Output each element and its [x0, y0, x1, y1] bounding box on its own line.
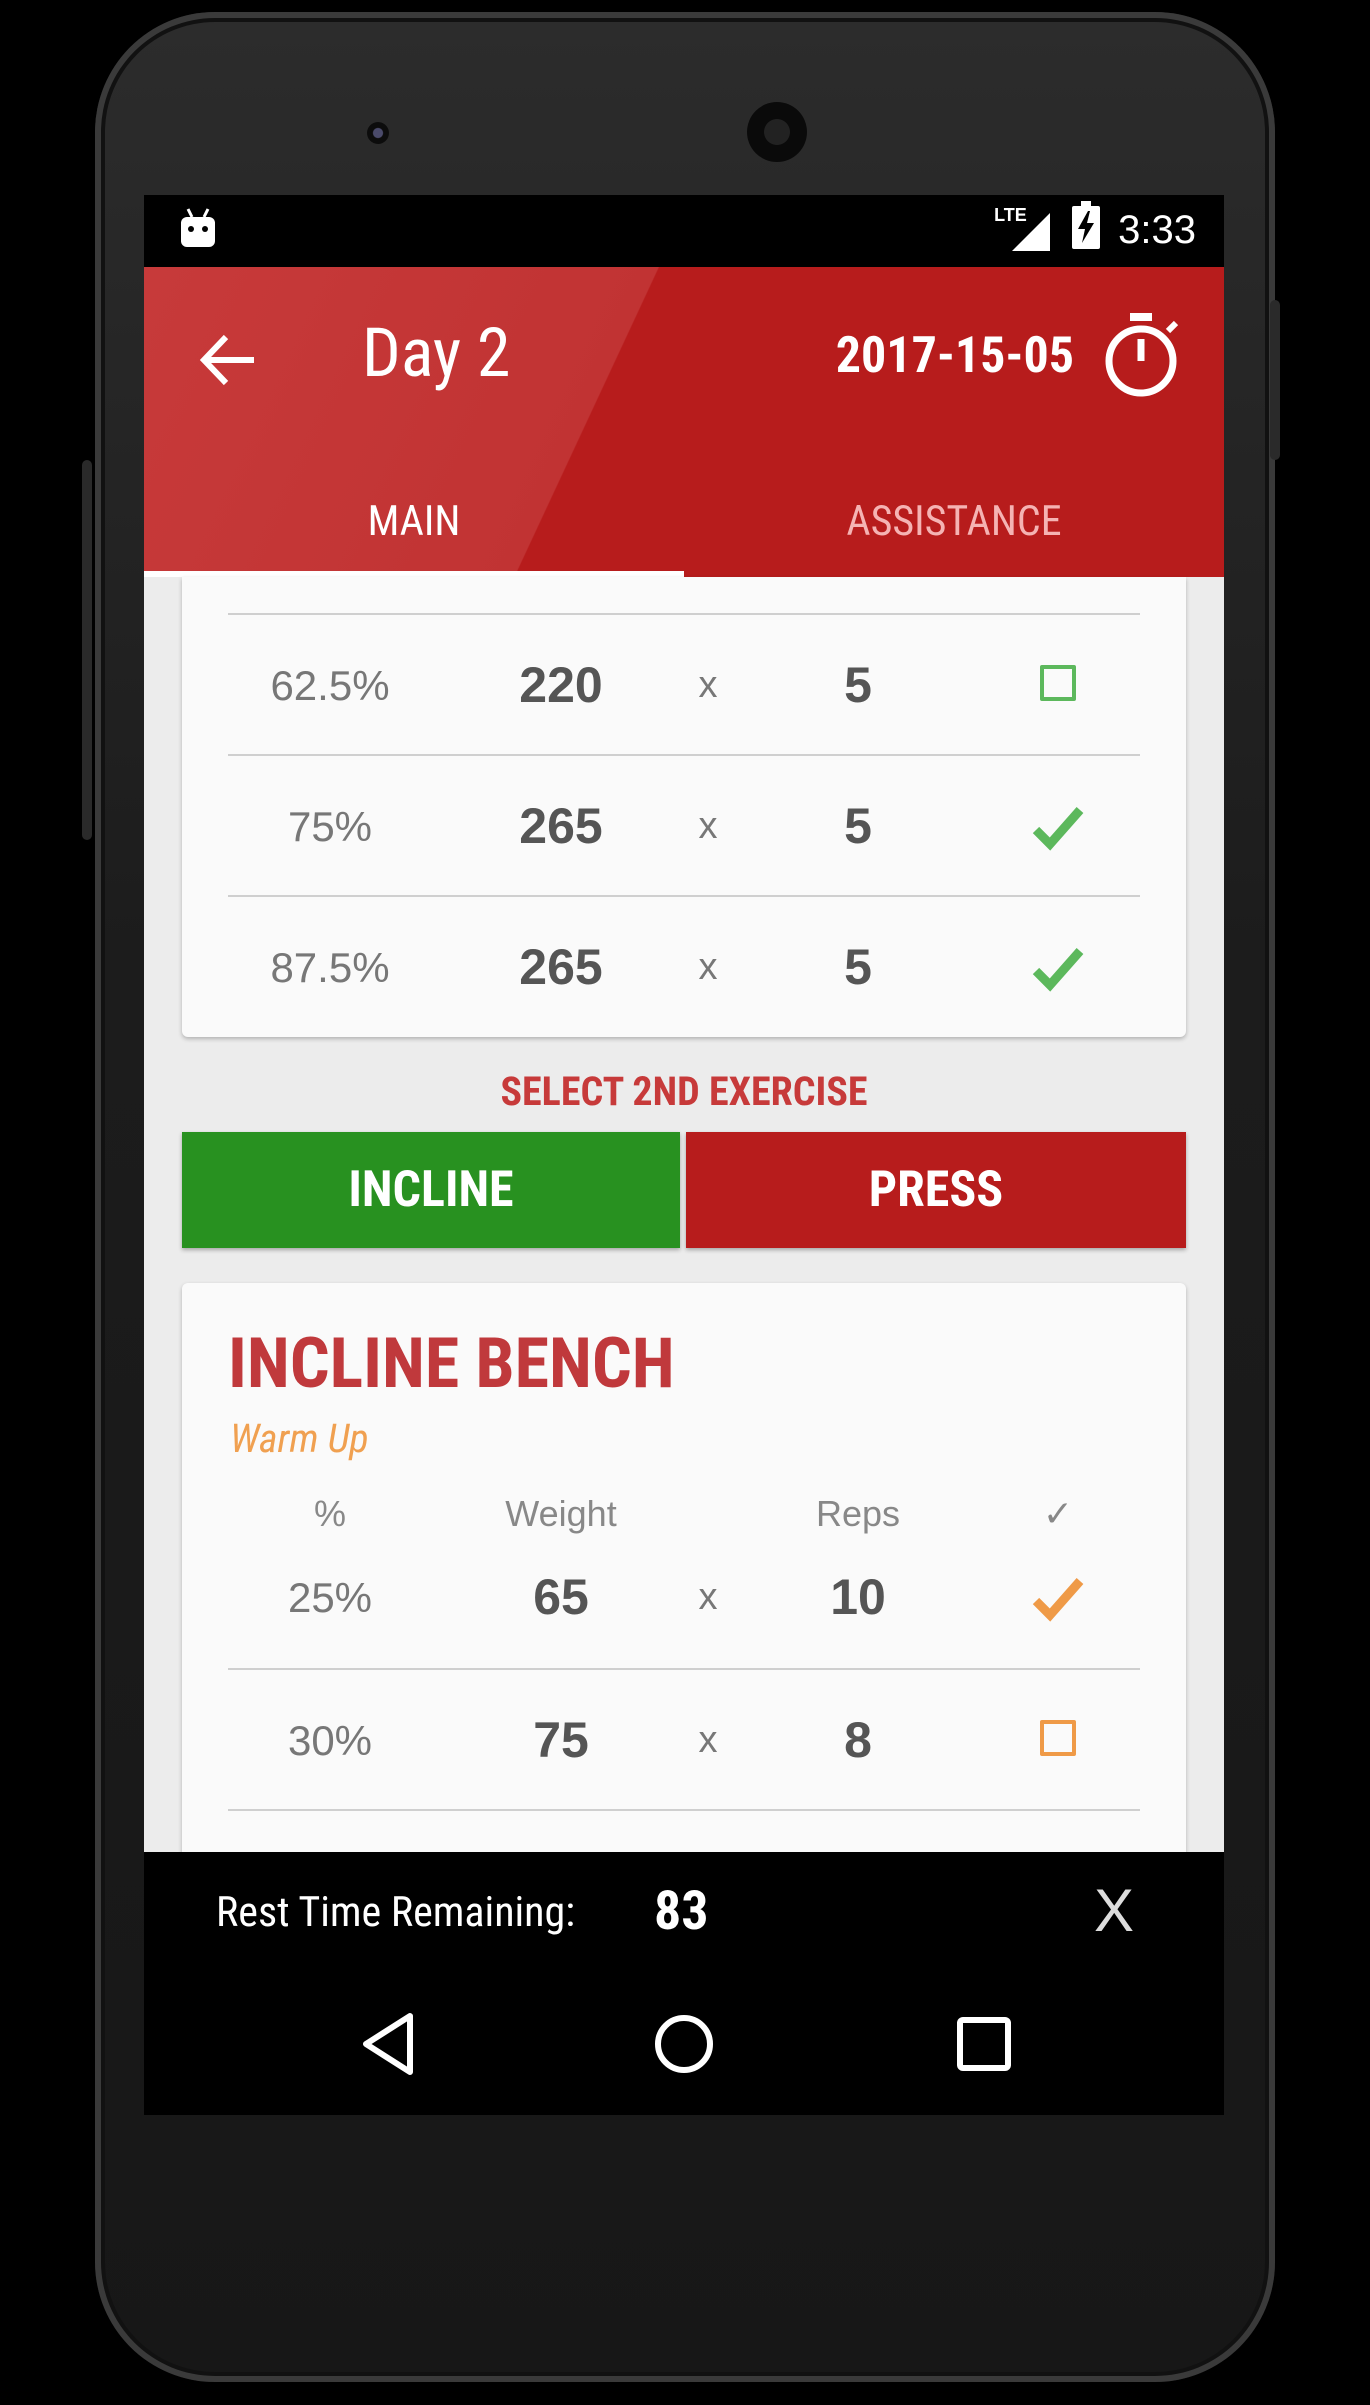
checkmark-icon	[1032, 948, 1084, 992]
table-row: 25% 65 x 10	[228, 1527, 1140, 1668]
workout-date[interactable]: 2017-15-05	[836, 327, 1074, 385]
app-screen: LTE 3:33 Day 2 2017-15-05 MAIN ASSISTANC…	[144, 195, 1224, 2115]
android-debug-icon	[178, 207, 218, 255]
set-reps: 5	[844, 657, 872, 713]
rest-label: Rest Time Remaining:	[216, 1888, 576, 1937]
back-arrow-icon[interactable]	[194, 325, 264, 395]
battery-charging-icon	[1072, 201, 1101, 259]
set-reps: 5	[844, 798, 872, 854]
set-checkbox[interactable]	[1008, 1527, 1108, 1668]
press-button[interactable]: PRESS	[686, 1132, 1186, 1248]
nav-recents-icon[interactable]	[948, 2008, 1020, 2080]
row-divider	[228, 1809, 1140, 1812]
set-weight: 75	[533, 1712, 589, 1768]
set-weight: 265	[519, 939, 603, 995]
select-exercise-label: SELECT 2ND EXERCISE	[500, 1068, 868, 1115]
set-weight: 65	[533, 1569, 589, 1625]
main-sets-card: 62.5% 220 x 5 75% 265 x 5 87.5% 265 x 5	[182, 577, 1186, 1037]
table-row: 87.5% 265 x 5	[228, 895, 1140, 1038]
stopwatch-icon[interactable]	[1096, 311, 1186, 401]
tab-main[interactable]: MAIN	[144, 467, 684, 577]
set-weight: 265	[519, 798, 603, 854]
set-percent: 75%	[287, 803, 373, 850]
table-row: 62.5% 220 x 5	[228, 613, 1140, 756]
set-checkbox[interactable]	[1008, 756, 1108, 897]
set-times: x	[698, 805, 718, 847]
set-checkbox[interactable]	[1008, 615, 1108, 756]
set-reps: 10	[830, 1569, 886, 1625]
lte-signal-icon: LTE	[994, 205, 1054, 255]
lift-subtitle: Warm Up	[230, 1415, 369, 1462]
table-row: 75% 265 x 5	[228, 754, 1140, 897]
checkmark-icon	[1032, 807, 1084, 851]
earpiece-speaker	[747, 102, 807, 162]
checkbox-empty-icon	[1040, 665, 1076, 701]
set-times: x	[698, 1576, 718, 1618]
rest-value: 83	[654, 1880, 709, 1943]
set-percent: 25%	[287, 1574, 373, 1621]
set-times: x	[698, 664, 718, 706]
status-time: 3:33	[1118, 207, 1196, 252]
incline-button[interactable]: INCLINE	[182, 1132, 680, 1248]
set-times: x	[698, 946, 718, 988]
checkmark-icon	[1032, 1578, 1084, 1622]
nav-back-icon[interactable]	[354, 2008, 426, 2080]
tab-assistance[interactable]: ASSISTANCE	[684, 467, 1224, 577]
set-reps: 8	[844, 1712, 872, 1768]
app-bar: Day 2 2017-15-05 MAIN ASSISTANCE	[144, 267, 1224, 577]
system-nav-bar	[144, 1972, 1224, 2115]
front-camera	[367, 122, 389, 144]
set-checkbox[interactable]	[1008, 897, 1108, 1038]
close-rest-button[interactable]: X	[1094, 1876, 1134, 1945]
set-percent: 62.5%	[270, 662, 390, 709]
set-percent: 30%	[287, 1717, 373, 1764]
set-weight: 220	[519, 657, 603, 713]
incline-bench-card: INCLINE BENCH Warm Up % Weight Reps ✓ 25…	[182, 1283, 1186, 1883]
volume-button	[82, 460, 92, 840]
lift-title: INCLINE BENCH	[228, 1323, 675, 1405]
page-title: Day 2	[362, 313, 511, 393]
power-button	[1270, 300, 1280, 460]
nav-home-icon[interactable]	[648, 2008, 720, 2080]
set-percent: 87.5%	[270, 944, 390, 991]
set-reps: 5	[844, 939, 872, 995]
set-checkbox[interactable]	[1008, 1670, 1108, 1811]
checkbox-empty-icon	[1040, 1720, 1076, 1756]
table-row: 30% 75 x 8	[228, 1668, 1140, 1811]
set-times: x	[698, 1719, 718, 1761]
rest-timer-bar: Rest Time Remaining: 83 X	[144, 1852, 1224, 1972]
status-bar: LTE 3:33	[144, 195, 1224, 267]
